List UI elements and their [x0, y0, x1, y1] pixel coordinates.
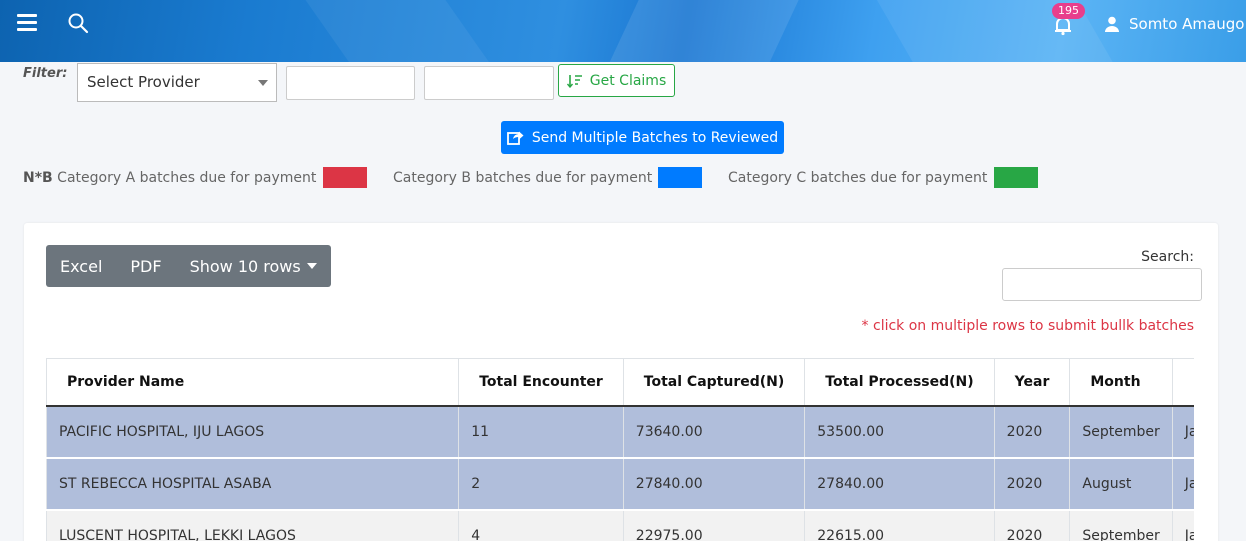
notification-count-badge: 195 [1052, 3, 1085, 19]
table-row[interactable]: PACIFIC HOSPITAL, IJU LAGOS 11 73640.00 … [46, 404, 1194, 458]
legend-category-a: N*B Category A batches due for payment [23, 170, 316, 186]
menu-toggle-icon[interactable] [17, 14, 37, 32]
year-cell: 2020 [993, 456, 1071, 510]
batches-table-wrapper[interactable]: Provider Name Total Encounter Total Capt… [46, 358, 1194, 541]
table-row[interactable]: LUSCENT HOSPITAL, LEKKI LAGOS 4 22975.00… [46, 508, 1194, 541]
provider-name-cell: ST REBECCA HOSPITAL ASABA [46, 456, 460, 510]
search-icon[interactable] [67, 12, 89, 34]
chevron-down-icon [306, 263, 317, 269]
chevron-down-icon [258, 80, 268, 86]
month-cell: August [1069, 456, 1173, 510]
batches-card: Excel PDF Show 10 rows Search: * click o… [24, 223, 1218, 541]
legend-category-a-label: Category A batches due for payment [57, 170, 317, 186]
column-header[interactable]: Year [993, 358, 1071, 407]
start-date-input[interactable] [286, 66, 415, 100]
total-captured-cell: 73640.00 [622, 404, 806, 458]
provider-name-cell: PACIFIC HOSPITAL, IJU LAGOS [46, 404, 460, 458]
sort-amount-icon [566, 74, 582, 88]
column-header[interactable]: Total Encounter [458, 358, 624, 407]
show-rows-label: Show 10 rows [189, 256, 301, 276]
total-processed-cell: 22615.00 [804, 508, 995, 541]
send-batches-label: Send Multiple Batches to Reviewed [531, 129, 779, 146]
total-encounter-cell: 11 [458, 404, 624, 458]
table-row[interactable]: ST REBECCA HOSPITAL ASABA 2 27840.00 278… [46, 456, 1194, 510]
total-processed-cell: 27840.00 [804, 456, 995, 510]
background-shard [871, 0, 1129, 62]
year-cell: 2020 [993, 508, 1071, 541]
bulk-submit-hint: * click on multiple rows to submit bullk… [861, 318, 1194, 334]
excel-button[interactable]: Excel [46, 245, 116, 287]
end-date-input[interactable] [424, 66, 554, 100]
search-label: Search: [1141, 249, 1194, 265]
legend-category-c-label: Category C batches due for payment [728, 170, 988, 186]
user-menu[interactable]: Somto Amaugo [1104, 15, 1244, 33]
month-cell: September [1069, 404, 1173, 458]
background-shard [592, 0, 808, 62]
export-button-group: Excel PDF Show 10 rows [46, 245, 331, 287]
category-a-swatch [323, 167, 367, 188]
share-square-icon [506, 131, 524, 145]
column-header[interactable]: Total Captured(N) [622, 358, 806, 407]
pdf-button[interactable]: PDF [116, 245, 175, 287]
legend-category-b-label: Category B batches due for payment [393, 170, 653, 186]
total-encounter-cell: 4 [458, 508, 624, 541]
total-encounter-cell: 2 [458, 456, 624, 510]
get-claims-label: Get Claims [589, 72, 667, 89]
batches-table: Provider Name Total Encounter Total Capt… [46, 358, 1194, 541]
table-search-input[interactable] [1002, 268, 1202, 301]
provider-select[interactable]: Select Provider [77, 63, 277, 102]
send-multiple-batches-button[interactable]: Send Multiple Batches to Reviewed [501, 121, 784, 154]
date-cell: Ja [1171, 508, 1194, 541]
user-icon [1105, 16, 1119, 32]
date-cell: Ja [1171, 456, 1194, 510]
get-claims-button[interactable]: Get Claims [558, 64, 675, 97]
top-navbar: 195 Somto Amaugo [0, 0, 1246, 62]
background-shard [298, 0, 502, 62]
category-b-swatch [658, 167, 702, 188]
show-rows-button[interactable]: Show 10 rows [176, 245, 331, 287]
table-header-row: Provider Name Total Encounter Total Capt… [46, 358, 1194, 407]
category-c-swatch [994, 167, 1038, 188]
user-name: Somto Amaugo [1129, 15, 1245, 33]
legend-prefix: N*B [23, 170, 53, 186]
filter-label: Filter: [23, 66, 68, 81]
provider-name-cell: LUSCENT HOSPITAL, LEKKI LAGOS [46, 508, 460, 541]
month-cell: September [1069, 508, 1173, 541]
total-captured-cell: 27840.00 [622, 456, 806, 510]
provider-select-value: Select Provider [87, 73, 200, 91]
year-cell: 2020 [993, 404, 1071, 458]
column-header[interactable]: Total Processed(N) [804, 358, 995, 407]
column-header[interactable]: Provider Name [46, 358, 460, 407]
column-header[interactable]: D [1171, 358, 1194, 407]
date-cell: Ja [1171, 404, 1194, 458]
total-processed-cell: 53500.00 [804, 404, 995, 458]
column-header[interactable]: Month [1069, 358, 1173, 407]
total-captured-cell: 22975.00 [622, 508, 806, 541]
